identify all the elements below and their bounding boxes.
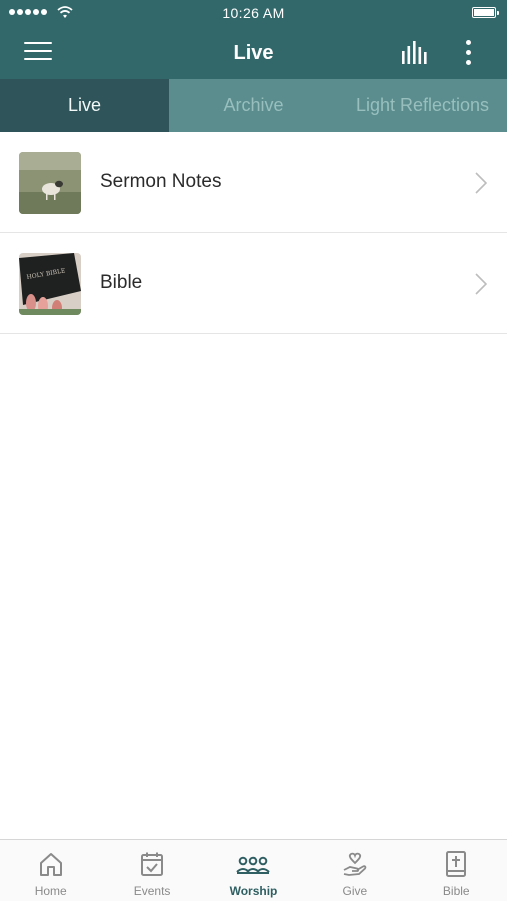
more-options-button[interactable] (459, 39, 479, 67)
tab-live[interactable]: Live (0, 79, 169, 132)
nav-home[interactable]: Home (0, 840, 101, 901)
bottom-navigation: Home Events Worship Give Bible (0, 839, 507, 901)
nav-label: Worship (229, 884, 278, 898)
status-bar: 10:26 AM (0, 0, 507, 26)
lamb-thumbnail-image (19, 152, 81, 214)
nav-label: Home (34, 884, 67, 898)
list-item-bible[interactable]: HOLY BIBLE Bible (0, 233, 507, 334)
audio-bars-icon[interactable] (400, 40, 430, 65)
bible-thumbnail-image: HOLY BIBLE (19, 253, 81, 315)
tab-archive[interactable]: Archive (169, 79, 338, 132)
page-title: Live (233, 42, 274, 64)
nav-give[interactable]: Give (304, 840, 405, 901)
hand-heart-icon (343, 852, 367, 876)
nav-label: Give (342, 884, 368, 898)
tab-bar: Live Archive Light Reflections (0, 79, 507, 132)
chevron-right-icon (475, 273, 487, 295)
list-item-sermon-notes[interactable]: Sermon Notes (0, 132, 507, 233)
nav-worship[interactable]: Worship (203, 840, 304, 901)
hamburger-menu-button[interactable] (24, 40, 54, 64)
home-icon (39, 853, 62, 876)
tab-light-reflections[interactable]: Light Reflections (338, 79, 507, 132)
people-group-icon (236, 856, 271, 874)
list-item-label: Sermon Notes (100, 171, 222, 192)
content-list: Sermon Notes HOLY BIBLE Bible (0, 132, 507, 334)
nav-bible[interactable]: Bible (406, 840, 507, 901)
nav-label: Bible (442, 884, 470, 898)
status-time: 10:26 AM (222, 5, 285, 21)
nav-events[interactable]: Events (101, 840, 202, 901)
list-item-label: Bible (100, 272, 143, 293)
calendar-check-icon (141, 852, 164, 876)
battery-icon (472, 7, 499, 18)
chevron-right-icon (475, 172, 487, 194)
bible-icon (446, 851, 467, 877)
top-app-bar: 10:26 AM Live (0, 0, 507, 79)
nav-label: Events (133, 884, 171, 898)
